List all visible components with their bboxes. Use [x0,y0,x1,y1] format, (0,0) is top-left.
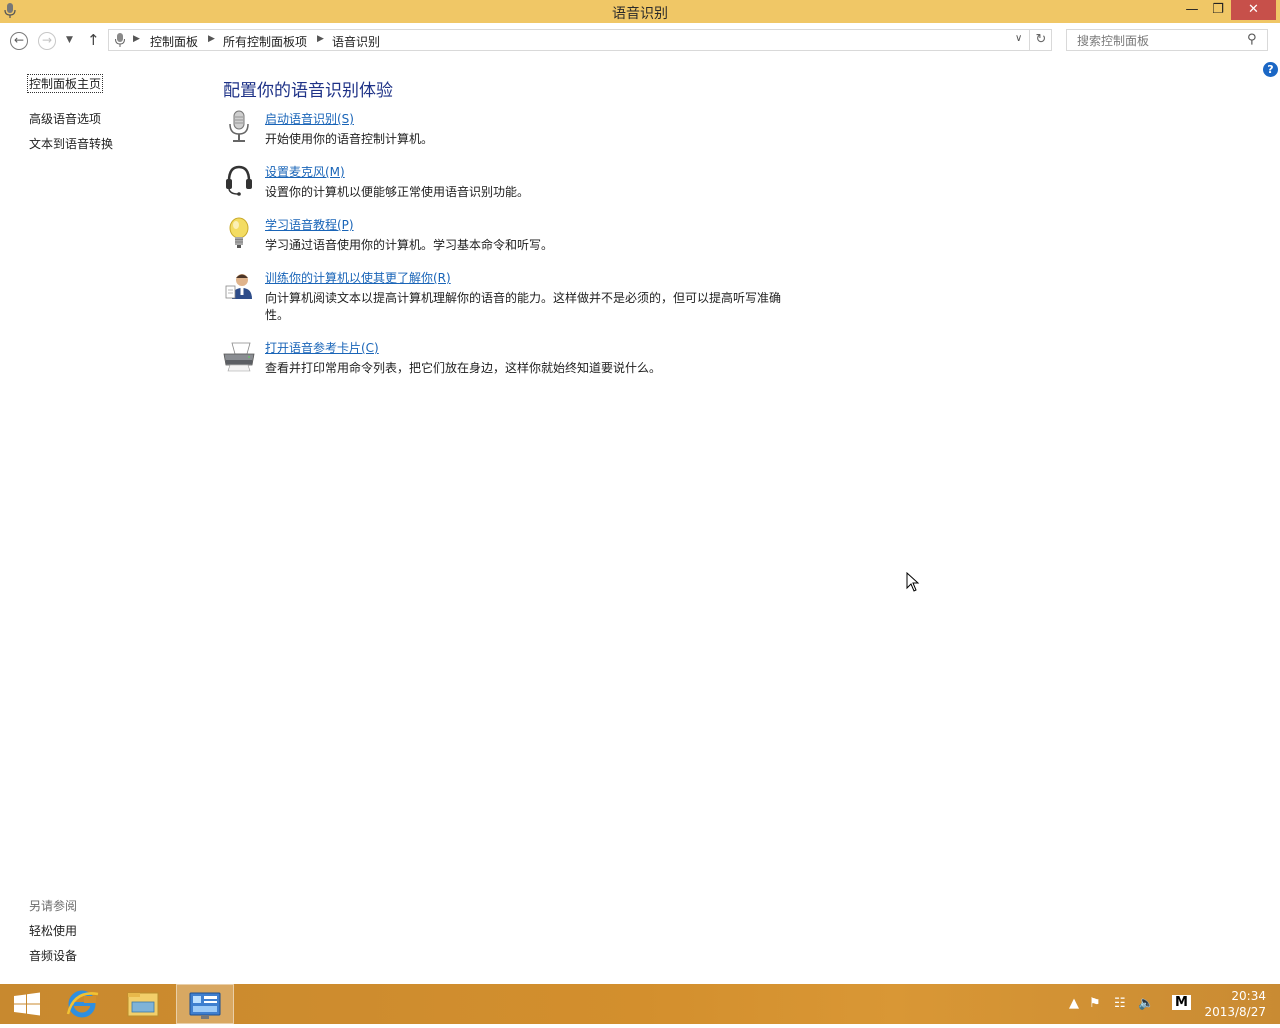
start-button[interactable] [0,984,56,1024]
title-bar: 语音识别 — ❐ ✕ [0,0,1280,23]
microphone-icon [229,110,249,142]
time: 20:34 [1231,989,1266,1003]
search-icon[interactable]: ⚲ [1247,32,1257,47]
printer-icon [223,342,255,372]
internet-explorer-icon [66,990,99,1018]
item-description: 学习通过语音使用你的计算机。学习基本命令和听写。 [265,238,554,252]
action-center-flag-icon[interactable]: ⚑ [1089,996,1101,1011]
show-hidden-icons-chevron-icon[interactable]: ▲ [1069,996,1079,1011]
refresh-icon[interactable]: ↻ [1029,30,1052,50]
internet-explorer-button[interactable] [54,984,110,1024]
file-explorer-button[interactable] [115,984,171,1024]
search-box[interactable]: ⚲ [1066,29,1268,51]
up-arrow-icon[interactable]: ↑ [87,31,100,49]
control-panel-taskbar-button[interactable] [176,984,234,1024]
microphone-icon [115,33,125,47]
user-train-icon [225,274,252,299]
ease-of-access-link[interactable]: 轻松使用 [29,922,77,939]
recent-locations-chevron-icon[interactable]: ▼ [66,35,73,45]
list-item: 学习语音教程(P) 学习通过语音使用你的计算机。学习基本命令和听写。 [222,216,802,256]
taskbar: ▲ ⚑ ☷ 🔈 M 20:34 2013/8/27 [0,984,1280,1024]
start-speech-recognition-link[interactable]: 启动语音识别(S) [265,110,354,127]
mouse-cursor-icon [906,572,920,592]
minimize-button[interactable]: — [1179,0,1205,20]
search-input[interactable] [1075,32,1249,50]
ime-indicator[interactable]: M [1172,995,1191,1010]
advanced-speech-options-link[interactable]: 高级语音选项 [29,110,101,127]
folder-icon [127,992,159,1017]
breadcrumb-control-panel[interactable]: 控制面板 [150,33,198,50]
see-also-heading: 另请参阅 [29,899,78,913]
control-panel-icon [189,992,221,1019]
list-item: 启动语音识别(S) 开始使用你的语音控制计算机。 [222,110,802,150]
list-item: 打开语音参考卡片(C) 查看并打印常用命令列表，把它们放在身边，这样你就始终知道… [222,339,802,379]
close-button[interactable]: ✕ [1231,0,1276,20]
text-to-speech-link[interactable]: 文本到语音转换 [29,135,113,152]
lightbulb-icon [229,217,249,248]
date: 2013/8/27 [1204,1005,1266,1019]
back-button[interactable]: ← [10,32,28,50]
set-up-microphone-link[interactable]: 设置麦克风(M) [265,163,345,180]
clock[interactable]: 20:34 2013/8/27 [1200,988,1266,1020]
network-icon[interactable]: ☷ [1114,996,1126,1011]
breadcrumb-separator-icon[interactable]: ▶ [208,34,215,44]
item-description: 查看并打印常用命令列表，把它们放在身边，这样你就始终知道要说什么。 [265,361,662,375]
control-panel-home-link[interactable]: 控制面板主页 [27,74,104,93]
restore-button[interactable]: ❐ [1205,0,1231,20]
item-description: 设置你的计算机以便能够正常使用语音识别功能。 [265,185,530,199]
list-item: 训练你的计算机以使其更了解你(R) 向计算机阅读文本以提高计算机理解你的语音的能… [222,269,802,327]
item-description: 向计算机阅读文本以提高计算机理解你的语音的能力。这样做并不是必须的，但可以提高听… [265,291,782,322]
navigation-bar: ← → ▼ ↑ ▶ 控制面板 ▶ 所有控制面板项 ▶ 语音识别 ∨ ↻ ⚲ [0,23,1280,57]
train-computer-link[interactable]: 训练你的计算机以使其更了解你(R) [265,269,451,286]
open-speech-reference-card-link[interactable]: 打开语音参考卡片(C) [265,339,379,356]
list-item: 设置麦克风(M) 设置你的计算机以便能够正常使用语音识别功能。 [222,163,802,203]
help-icon[interactable]: ? [1263,62,1278,77]
windows-logo-icon [14,992,40,1016]
forward-button[interactable]: → [38,32,56,50]
volume-icon[interactable]: 🔈 [1138,996,1154,1011]
headset-icon [226,165,252,196]
page-title: 配置你的语音识别体验 [223,81,393,101]
take-speech-tutorial-link[interactable]: 学习语音教程(P) [265,216,354,233]
item-description: 开始使用你的语音控制计算机。 [265,132,434,146]
breadcrumb-speech-recognition[interactable]: 语音识别 [332,33,380,50]
address-bar[interactable]: ▶ 控制面板 ▶ 所有控制面板项 ▶ 语音识别 ∨ ↻ [108,29,1052,51]
breadcrumb-separator-icon[interactable]: ▶ [133,34,140,44]
address-dropdown-icon[interactable]: ∨ [1015,33,1022,44]
window-title: 语音识别 [612,6,668,22]
breadcrumb-all-items[interactable]: 所有控制面板项 [223,33,307,50]
breadcrumb-separator-icon[interactable]: ▶ [317,34,324,44]
audio-devices-link[interactable]: 音频设备 [29,947,77,964]
